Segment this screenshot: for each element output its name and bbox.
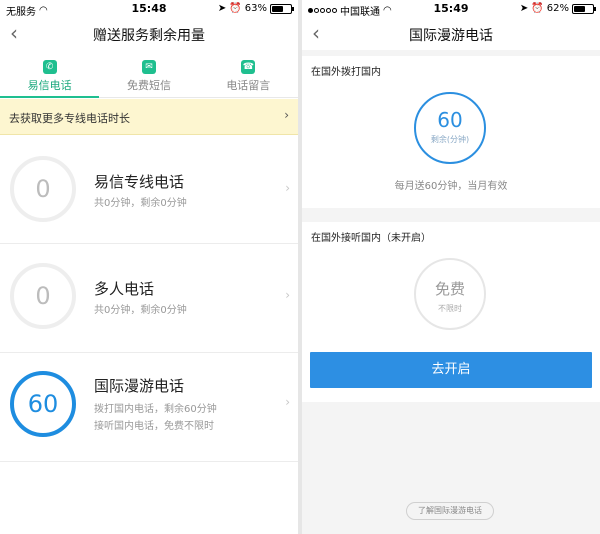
list-item-dedicated-line[interactable]: 0 易信专线电话 共0分钟，剩余0分钟 › [0,136,298,244]
tab-voicemail[interactable]: ☎ 电话留言 [199,54,298,97]
nav-bar: ‹ 国际漫游电话 [302,18,600,50]
learn-more-button[interactable]: 了解国际漫游电话 [406,502,494,520]
chevron-right-icon: › [285,288,290,302]
location-icon: ➤ [519,3,529,14]
tab-label: 易信电话 [27,79,72,92]
tab-bar: ✆ 易信电话 ✉ 免费短信 ☎ 电话留言 [0,54,298,98]
alarm-icon: ⏰ [531,3,544,14]
item-title: 易信专线电话 [94,173,185,191]
left-screen: 无服务 ◠ 15:48 ➤ ⏰ 63% ‹ 赠送服务剩余用量 ✆ 易信电话 ✉ … [0,0,298,534]
chevron-right-icon: › [285,181,290,195]
status-bar: 中国联通 ◠ 15:49 ➤ ⏰ 62% [302,0,600,18]
item-subtitle-2: 接听国内电话，免费不限时 [94,421,214,432]
page-title: 赠送服务剩余用量 [93,28,205,44]
enable-button[interactable]: 去开启 [310,352,592,388]
chevron-right-icon: › [284,108,289,122]
list-item-roaming-call[interactable]: 60 国际漫游电话 拨打国内电话，剩余60分钟 接听国内电话，免费不限时 › [0,354,298,462]
incoming-section: 在国外接听国内（未开启） 免费 不限时 去开启 [302,222,600,402]
banner-text: 去获取更多专线电话时长 [9,112,130,125]
battery-icon [270,3,294,14]
message-icon: ✉ [141,60,156,74]
usage-ring: 0 [10,263,76,329]
section-title: 在国外拨打国内 [311,67,381,78]
free-label: 免费 [434,280,465,298]
phone-icon: ✆ [42,60,57,74]
item-subtitle: 共0分钟，剩余0分钟 [94,305,187,316]
status-bar: 无服务 ◠ 15:48 ➤ ⏰ 63% [0,0,298,18]
tab-label: 免费短信 [126,79,171,92]
unlimited-label: 不限时 [438,304,462,313]
list-item-multi-call[interactable]: 0 多人电话 共0分钟，剩余0分钟 › [0,245,298,353]
get-more-banner[interactable]: 去获取更多专线电话时长 › [0,99,298,135]
page-title: 国际漫游电话 [409,28,493,44]
item-subtitle: 拨打国内电话，剩余60分钟 [94,404,217,415]
tab-free-sms[interactable]: ✉ 免费短信 [99,54,198,97]
item-subtitle: 共0分钟，剩余0分钟 [94,198,187,209]
alarm-icon: ⏰ [229,3,242,14]
tab-yixin-phone[interactable]: ✆ 易信电话 [0,54,100,98]
remaining-minutes: 60 [437,108,463,132]
remaining-unit: 剩余(分钟) [430,135,470,144]
item-title: 多人电话 [94,280,155,298]
right-screen: 中国联通 ◠ 15:49 ➤ ⏰ 62% ‹ 国际漫游电话 在国外拨打国内 60… [302,0,600,534]
location-icon: ➤ [217,3,227,14]
battery-icon [572,3,596,14]
tab-label: 电话留言 [226,79,271,92]
usage-ring: 60 [10,371,76,437]
chevron-right-icon: › [285,395,290,409]
battery-percent: 63% [244,3,267,14]
telephone-icon: ☎ [241,60,256,74]
free-ring: 免费 不限时 [414,258,486,330]
monthly-note: 每月送60分钟，当月有效 [394,181,508,192]
section-title: 在国外接听国内（未开启） [311,233,431,244]
outgoing-section: 在国外拨打国内 60 剩余(分钟) 每月送60分钟，当月有效 [302,56,600,208]
usage-ring: 0 [10,156,76,222]
remaining-minutes-ring: 60 剩余(分钟) [414,92,486,164]
battery-percent: 62% [546,3,569,14]
nav-bar: ‹ 赠送服务剩余用量 [0,18,298,50]
item-title: 国际漫游电话 [94,377,185,395]
